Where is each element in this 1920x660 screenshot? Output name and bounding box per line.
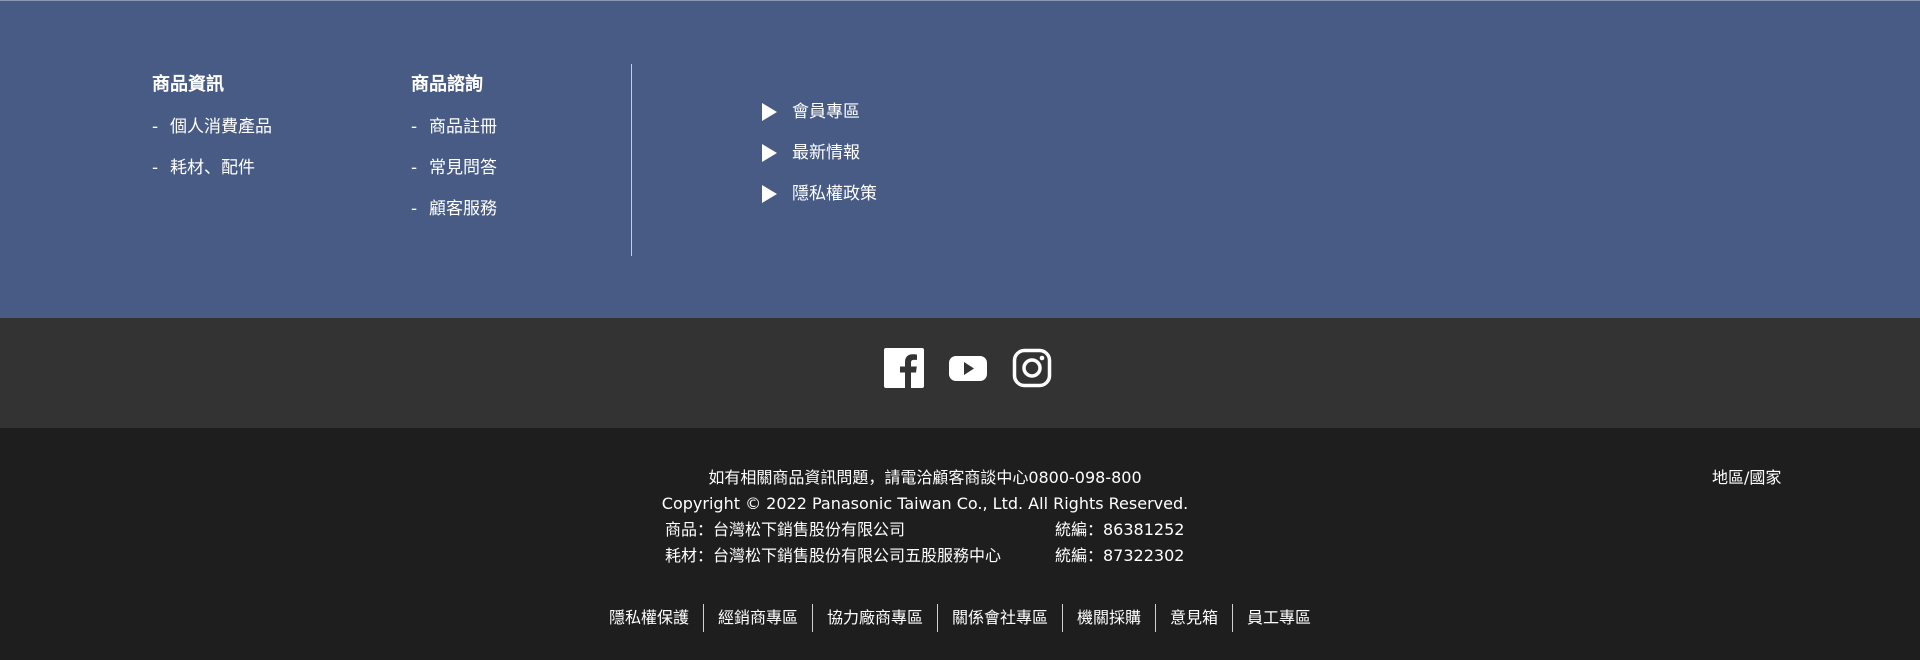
link-suggestion-box[interactable]: 意見箱 [1155, 604, 1232, 632]
link-member-area[interactable]: 會員專區 [762, 100, 877, 124]
product-info-heading: 商品資訊 [152, 74, 224, 95]
link-privacy-protection[interactable]: 隱私權保護 [595, 604, 703, 632]
link-consumables-accessories[interactable]: - 耗材、配件 [152, 156, 272, 180]
company-info: 如有相關商品資訊問題，請電洽顧客商談中心0800-098-800 Copyrig… [640, 465, 1210, 569]
link-customer-service[interactable]: - 顧客服務 [411, 197, 497, 221]
column-divider [631, 64, 632, 256]
link-latest-news[interactable]: 最新情報 [762, 141, 877, 165]
company-id-1: 統編：86381252 [1055, 520, 1185, 539]
social-icons [884, 348, 1052, 388]
link-government-procurement[interactable]: 機關採購 [1062, 604, 1155, 632]
product-info-column: 商品資訊 - 個人消費產品 - 耗材、配件 [152, 73, 272, 197]
link-affiliate-area[interactable]: 關係會社專區 [936, 604, 1062, 632]
link-product-registration[interactable]: - 商品註冊 [411, 115, 497, 139]
link-partner-area[interactable]: 協力廠商專區 [811, 604, 937, 632]
link-employee-area[interactable]: 員工專區 [1232, 604, 1325, 632]
link-privacy-policy[interactable]: 隱私權政策 [762, 182, 877, 206]
instagram-icon[interactable] [1012, 348, 1052, 388]
company-id-2: 統編：87322302 [1055, 546, 1185, 565]
link-dealer-area[interactable]: 經銷商專區 [702, 604, 812, 632]
copyright-text: Copyright © 2022 Panasonic Taiwan Co., L… [661, 494, 1189, 513]
link-consumer-products[interactable]: - 個人消費產品 [152, 115, 272, 139]
hotline-text: 如有相關商品資訊問題，請電洽顧客商談中心0800-098-800 [708, 468, 1142, 487]
facebook-icon[interactable] [884, 348, 924, 388]
quick-links: 會員專區 最新情報 隱私權政策 [762, 100, 877, 223]
play-arrow-icon [762, 185, 777, 203]
play-arrow-icon [762, 144, 777, 162]
company-row-1: 商品：台灣松下銷售股份有限公司 統編：86381252 [640, 517, 1210, 543]
product-inquiry-heading: 商品諮詢 [411, 74, 483, 95]
company-name-1: 商品：台灣松下銷售股份有限公司 [665, 520, 906, 539]
footer-top-section: 商品資訊 - 個人消費產品 - 耗材、配件 商品諮詢 - 商品註冊 - 常見問答 - 顧客… [0, 0, 1920, 318]
play-arrow-icon [762, 103, 777, 121]
footer-bottom-section: 如有相關商品資訊問題，請電洽顧客商談中心0800-098-800 Copyrig… [0, 428, 1920, 660]
social-section [0, 318, 1920, 428]
link-faq[interactable]: - 常見問答 [411, 156, 497, 180]
company-name-2: 耗材：台灣松下銷售股份有限公司五股服務中心 [665, 546, 1002, 565]
product-inquiry-column: 商品諮詢 - 商品註冊 - 常見問答 - 顧客服務 [411, 73, 497, 238]
company-row-2: 耗材：台灣松下銷售股份有限公司五股服務中心 統編：87322302 [640, 543, 1210, 569]
region-selector[interactable]: 地區/國家 [1712, 465, 1781, 491]
youtube-icon[interactable] [948, 348, 988, 388]
footer-links: 隱私權保護 經銷商專區 協力廠商專區 關係會社專區 機關採購 意見箱 員工專區 [0, 604, 1920, 632]
